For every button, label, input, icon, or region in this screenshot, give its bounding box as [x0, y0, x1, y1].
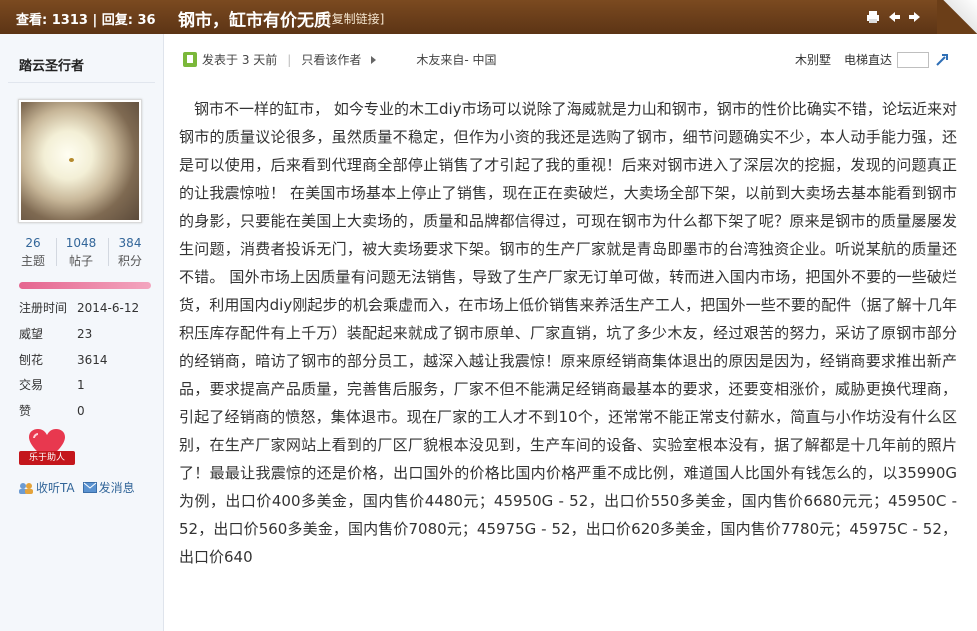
- replies-label: 回复:: [101, 13, 133, 28]
- floor-nav: 木别墅 电梯直达: [795, 51, 949, 68]
- stat-points[interactable]: 384 积分: [116, 236, 144, 269]
- level-progress-bar: [19, 282, 151, 289]
- envelope-icon: [82, 482, 97, 493]
- views-label: 查看:: [16, 13, 48, 28]
- prev-thread-icon[interactable]: [887, 9, 901, 23]
- replies-count: 36: [137, 13, 156, 28]
- elevator-label: 电梯直达: [844, 53, 893, 67]
- send-message-button[interactable]: 发消息: [82, 479, 135, 496]
- avatar[interactable]: [18, 99, 142, 223]
- thread-title: 钢市，缸市有价无质: [178, 11, 331, 31]
- author-actions: 收听TA 发消息: [18, 479, 135, 496]
- thread-stats: 查看: 1313 | 回复: 36: [16, 13, 156, 28]
- stat-posts[interactable]: 1048 帖子: [63, 236, 99, 269]
- floor-label: 木别墅: [795, 53, 832, 67]
- header-tools: [866, 9, 922, 23]
- post-content: 钢市不一样的缸市， 如今专业的木工diy市场可以说除了海威就是力山和钢市，钢市的…: [179, 100, 957, 566]
- only-author-link[interactable]: 只看该作者: [301, 51, 361, 68]
- thread-header-bar: 查看: 1313 | 回复: 36 钢市，缸市有价无质 [复制链接]: [0, 0, 977, 34]
- info-shavings: 刨花 3614: [19, 353, 108, 367]
- avatar-photo: [21, 102, 139, 220]
- next-thread-icon[interactable]: [908, 9, 922, 23]
- author-sidebar: 踏云圣行者 26 主题 1048 帖子 384 积分 注册时间 2014-6-12…: [0, 34, 164, 631]
- helpful-medal[interactable]: 乐于助人: [19, 429, 75, 471]
- post-meta-bar: 发表于 3 天前 | 只看该作者 木友来自- 中国: [183, 51, 496, 68]
- stat-topics[interactable]: 26 主题: [21, 236, 45, 269]
- print-icon[interactable]: [866, 9, 880, 23]
- info-trades: 交易 1: [19, 378, 85, 392]
- arrow-right-icon: [371, 55, 377, 64]
- info-likes: 赞0: [19, 404, 85, 418]
- views-count: 1313: [51, 13, 88, 28]
- author-name[interactable]: 踏云圣行者: [19, 55, 84, 74]
- follow-button[interactable]: 收听TA: [18, 479, 75, 496]
- follow-icon: [19, 482, 33, 494]
- post-time: 发表于 3 天前: [202, 53, 278, 67]
- info-prestige: 威望 23: [19, 327, 93, 341]
- mobile-post-icon: [183, 52, 197, 67]
- elevator-go-icon[interactable]: [935, 53, 949, 67]
- post-source: 木友来自- 中国: [416, 53, 497, 67]
- divider: [8, 82, 155, 83]
- medal-label: 乐于助人: [19, 451, 75, 465]
- info-register-date: 注册时间 2014-6-12: [19, 301, 140, 315]
- page-curl-decoration: [937, 0, 977, 34]
- elevator-input[interactable]: [897, 51, 930, 68]
- copy-link-button[interactable]: [复制链接]: [327, 10, 384, 27]
